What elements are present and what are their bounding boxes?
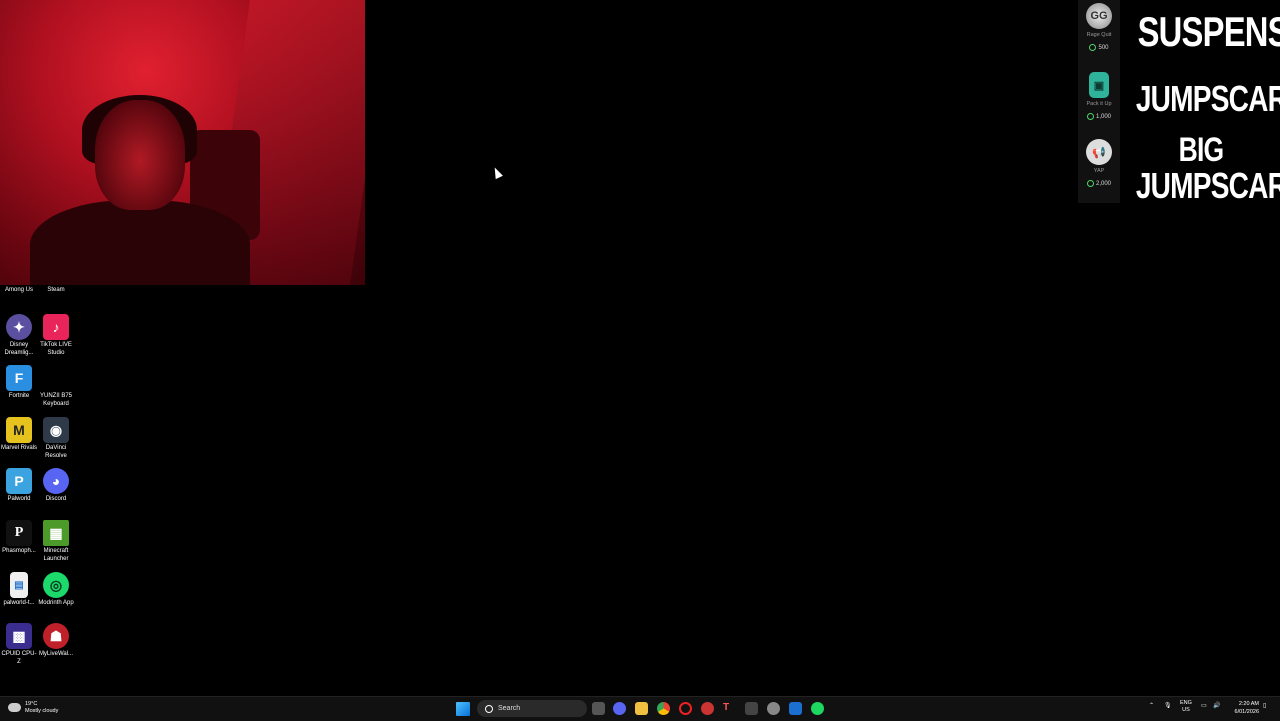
desktop-icon-label: Among Us xyxy=(4,287,33,293)
desktop-icon-disney-dreamlight[interactable]: ✦ Disney Dreamlig... xyxy=(0,314,38,357)
suspense-label: SUSPENSE xyxy=(1137,8,1280,55)
weather-widget[interactable]: 19°C Mostly cloudy xyxy=(8,701,58,714)
fortnite-icon: F xyxy=(6,365,32,391)
tiktok-icon: ♪ xyxy=(43,314,69,340)
opera-gx-icon[interactable] xyxy=(679,702,692,715)
webcam-feed xyxy=(0,0,365,285)
clock-date: 6/01/2026 xyxy=(1234,709,1259,715)
clock-time: 2:20 AM xyxy=(1238,701,1259,707)
points-icon xyxy=(1086,113,1094,120)
points-icon xyxy=(1089,44,1097,51)
points-icon xyxy=(1086,180,1094,187)
marvel-rivals-icon: M xyxy=(6,417,32,443)
mouse-cursor xyxy=(491,165,503,180)
desktop-icon-among-us[interactable]: Among Us xyxy=(0,285,38,295)
discord-taskbar-icon[interactable] xyxy=(613,702,626,715)
chrome-icon[interactable] xyxy=(657,702,670,715)
discord-icon: ◕ xyxy=(43,468,69,494)
desktop-icons: Among Us Steam ✦ Disney Dreamlig... ♪ Ti… xyxy=(0,285,80,685)
font-app-icon[interactable]: T xyxy=(723,702,736,715)
app-icon-red[interactable] xyxy=(701,702,714,715)
desktop-icon-label: Phasmoph... xyxy=(2,548,36,554)
desktop-icon-label: Palworld xyxy=(7,496,31,502)
suitcase-icon: ▣ xyxy=(1089,72,1109,98)
desktop-icon-label: Fortnite xyxy=(8,393,30,399)
reward-cost: 1,000 xyxy=(1078,113,1120,120)
keyboard-app-icon[interactable] xyxy=(745,702,758,715)
search-icon xyxy=(485,704,493,713)
task-view-icon[interactable] xyxy=(592,702,605,715)
reward-cost: 500 xyxy=(1078,44,1120,51)
steam-taskbar-icon[interactable] xyxy=(789,702,802,715)
file-explorer-icon[interactable] xyxy=(635,702,648,715)
minecraft-icon: ▦ xyxy=(43,520,69,546)
reward-pack-it-up: ▣ Pack it Up 1,000 xyxy=(1078,72,1120,120)
reward-yap: 📢 YAP 2,000 xyxy=(1078,139,1120,187)
desktop-icon-label: Disney Dreamlig... xyxy=(4,342,34,356)
desktop-icon-label: Steam xyxy=(47,287,65,293)
desktop-icon-label: CPUID CPU-Z xyxy=(1,651,37,665)
desktop-icon-label: Discord xyxy=(45,496,67,502)
davinci-resolve-icon: ◉ xyxy=(43,417,69,443)
reward-rage-quit: GG Rage Quit 500 xyxy=(1078,3,1120,51)
file-icon: ▤ xyxy=(10,572,28,598)
network-icon[interactable]: ▭ xyxy=(1201,702,1207,709)
palworld-icon: P xyxy=(6,468,32,494)
desktop-icon-label: Minecraft Launcher xyxy=(43,548,69,562)
channel-rewards-panel: GG Rage Quit 500 ▣ Pack it Up 1,000 📢 YA… xyxy=(1078,0,1120,203)
desktop-icon-phasmophobia[interactable]: P Phasmoph... xyxy=(0,520,38,556)
microphone-icon[interactable]: 🎙 xyxy=(1164,702,1172,709)
desktop-icon-cpuz[interactable]: ▩ CPUID CPU-Z xyxy=(0,623,38,666)
desktop-icon-discord[interactable]: ◕ Discord xyxy=(37,468,75,504)
settings-gear-icon[interactable] xyxy=(767,702,780,715)
desktop-icon-marvel-rivals[interactable]: M Marvel Rivals xyxy=(0,417,38,453)
jumpscare-label: JUMPSCARE xyxy=(1135,78,1280,119)
desktop-icon-steam[interactable]: Steam xyxy=(37,285,75,295)
reward-name: Pack it Up xyxy=(1086,101,1112,107)
megaphone-icon: 📢 xyxy=(1086,139,1112,165)
cloud-icon xyxy=(8,703,21,712)
disney-dreamlight-icon: ✦ xyxy=(6,314,32,340)
desktop-icon-modrinth[interactable]: ◎ Modrinth App xyxy=(37,572,75,608)
language-indicator[interactable]: ENG US xyxy=(1180,700,1192,714)
reward-name: Rage Quit xyxy=(1086,32,1112,38)
phasmophobia-icon: P xyxy=(6,520,32,546)
reward-name: YAP xyxy=(1093,168,1105,174)
desktop-icon-yunzii[interactable]: YUNZII B75 Keyboard xyxy=(37,365,75,408)
big-jumpscare-label: JUMPSCARE xyxy=(1135,165,1280,206)
desktop-icon-tiktok[interactable]: ♪ TikTok LIVE Studio xyxy=(37,314,75,357)
webcam-person-face xyxy=(95,100,185,210)
desktop-icon-palworld-file[interactable]: ▤ palworld-t... xyxy=(0,572,38,608)
desktop-icon-label: Modrinth App xyxy=(38,600,74,606)
desktop-icon-label: MyLiveWal... xyxy=(38,651,74,657)
desktop-icon-label: TikTok LIVE Studio xyxy=(40,342,72,356)
weather-desc: Mostly cloudy xyxy=(25,707,59,714)
desktop-icon-davinci[interactable]: ◉ DaVinci Resolve xyxy=(37,417,75,460)
volume-icon[interactable]: 🔊 xyxy=(1213,702,1220,709)
gg-badge-icon: GG xyxy=(1086,3,1112,29)
spotify-icon[interactable] xyxy=(811,702,824,715)
desktop-icon-label: DaVinci Resolve xyxy=(45,445,67,459)
clock[interactable]: 2:20 AM 6/01/2026 xyxy=(1225,700,1259,716)
keyboard-icon xyxy=(43,365,69,391)
modrinth-icon: ◎ xyxy=(43,572,69,598)
cpuz-icon: ▩ xyxy=(6,623,32,649)
desktop-icon-label: palworld-t... xyxy=(3,600,35,606)
reward-cost: 2,000 xyxy=(1078,180,1120,187)
search-label: Search xyxy=(498,705,521,712)
desktop-icon-fortnite[interactable]: F Fortnite xyxy=(0,365,38,401)
chevron-up-icon[interactable]: ⌃ xyxy=(1149,702,1154,709)
webcam-person-body xyxy=(30,200,250,285)
desktop-icon-palworld[interactable]: P Palworld xyxy=(0,468,38,504)
desktop-icon-mylivewallpaper[interactable]: ☗ MyLiveWal... xyxy=(37,623,75,659)
start-icon[interactable] xyxy=(456,702,470,716)
desktop-icon-minecraft[interactable]: ▦ Minecraft Launcher xyxy=(37,520,75,563)
desktop-icon-label: YUNZII B75 Keyboard xyxy=(39,393,72,407)
big-label: BIG xyxy=(1178,131,1225,169)
search-box[interactable]: Search xyxy=(477,700,587,717)
desktop-icon-label: Marvel Rivals xyxy=(0,445,37,451)
notification-icon[interactable]: ▯ xyxy=(1263,702,1266,709)
taskbar: 19°C Mostly cloudy Search T ⌃ 🎙 ENG US ▭… xyxy=(0,696,1280,721)
mylivewallpaper-icon: ☗ xyxy=(43,623,69,649)
